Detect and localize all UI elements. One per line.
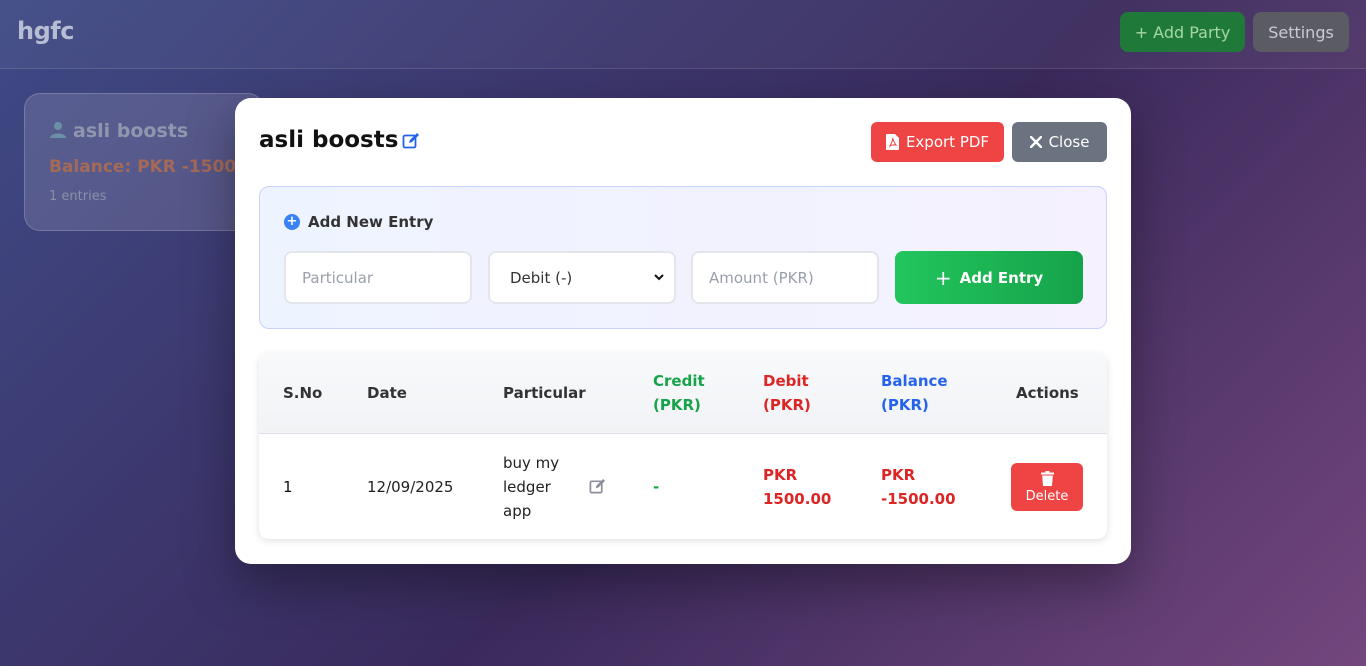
add-entry-heading: + Add New Entry (284, 213, 433, 231)
cell-debit: PKR 1500.00 (763, 463, 831, 511)
entry-type-value: Debit (-) (510, 268, 573, 287)
cell-particular: buy my ledger app (503, 451, 559, 523)
add-entry-button[interactable]: + Add Entry (895, 251, 1083, 304)
close-button[interactable]: Close (1012, 122, 1107, 162)
add-entry-form: + Add New Entry Debit (-) + Add Entry (259, 186, 1107, 329)
edit-particular-icon[interactable] (589, 478, 606, 495)
ledger-table: S.No Date Particular Credit (PKR) Debit … (259, 353, 1107, 539)
delete-label: Delete (1025, 488, 1069, 504)
cell-debit-line2: 1500.00 (763, 490, 832, 508)
header-balance: Balance (PKR) (881, 369, 948, 417)
cell-particular-line3: app (503, 502, 532, 520)
cell-credit: - (653, 478, 660, 496)
party-ledger-modal: asli boosts Export PDF Close + Add New E… (235, 98, 1131, 564)
close-icon (1029, 136, 1042, 148)
header-debit: Debit (PKR) (763, 369, 811, 417)
edit-icon[interactable] (402, 132, 420, 150)
cell-date: 12/09/2025 (367, 478, 454, 496)
plus-circle-icon: + (284, 214, 300, 230)
header-particular: Particular (503, 384, 586, 402)
party-card-entries: 1 entries (49, 189, 107, 204)
entry-type-select[interactable]: Debit (-) (488, 251, 676, 304)
cell-particular-line2: ledger (503, 478, 551, 496)
trash-icon (1040, 470, 1054, 486)
amount-input[interactable] (691, 251, 879, 304)
header-actions: Actions (1016, 384, 1079, 402)
export-pdf-button[interactable]: Export PDF (871, 122, 1004, 162)
header-credit-line1: Credit (653, 372, 705, 390)
table-header: S.No Date Particular Credit (PKR) Debit … (259, 353, 1107, 434)
cell-sno: 1 (283, 478, 293, 496)
header-date: Date (367, 384, 407, 402)
add-entry-label: Add Entry (959, 268, 1044, 287)
add-party-button[interactable]: + Add Party (1120, 12, 1245, 52)
chevron-down-icon (654, 274, 664, 281)
cell-particular-line1: buy my (503, 454, 560, 472)
header-credit: Credit (PKR) (653, 369, 705, 417)
cell-balance: PKR -1500.00 (881, 463, 956, 511)
export-pdf-label: Export PDF (905, 133, 990, 151)
cell-debit-line1: PKR (763, 466, 798, 484)
close-label: Close (1048, 133, 1090, 151)
plus-icon: + (934, 265, 952, 290)
modal-title: asli boosts (259, 127, 399, 153)
delete-button[interactable]: Delete (1011, 463, 1083, 511)
cell-balance-line1: PKR (881, 466, 916, 484)
top-navbar: hgfc + Add Party Settings (0, 0, 1366, 69)
pdf-icon (885, 134, 899, 150)
brand-logo[interactable]: hgfc (17, 17, 74, 45)
header-debit-line2: (PKR) (763, 396, 811, 414)
settings-button[interactable]: Settings (1253, 12, 1349, 52)
header-sno: S.No (283, 384, 323, 402)
add-entry-heading-text: Add New Entry (308, 213, 434, 231)
party-card-balance: Balance: PKR -1500.0 (49, 157, 255, 177)
header-credit-line2: (PKR) (653, 396, 701, 414)
header-balance-line2: (PKR) (881, 396, 929, 414)
user-icon (50, 122, 66, 138)
party-card-name-text: asli boosts (73, 120, 189, 142)
party-card-name: asli boosts (49, 120, 188, 142)
header-debit-line1: Debit (763, 372, 809, 390)
particular-input[interactable] (284, 251, 472, 304)
party-card[interactable]: asli boosts Balance: PKR -1500.0 1 entri… (24, 93, 264, 231)
cell-balance-line2: -1500.00 (881, 490, 956, 508)
header-balance-line1: Balance (881, 372, 948, 390)
